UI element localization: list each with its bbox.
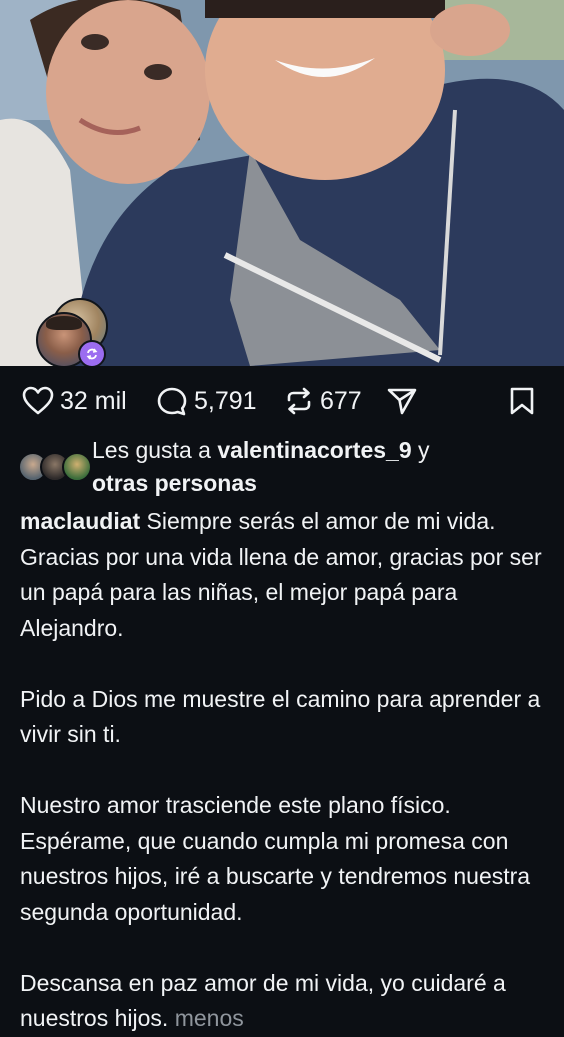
liked-by-connector: y xyxy=(411,437,430,463)
comment-button[interactable]: 5,791 xyxy=(156,386,257,416)
heart-icon xyxy=(22,386,54,415)
save-button[interactable] xyxy=(508,386,536,416)
liked-by-avatars xyxy=(18,452,92,482)
liker-avatar xyxy=(62,452,92,482)
caption-text-2: Pido a Dios me muestre el camino para ap… xyxy=(20,685,541,748)
caption-username[interactable]: maclaudiat xyxy=(20,508,140,534)
liked-by-text: Les gusta a valentinacortes_9 y otras pe… xyxy=(92,434,552,500)
liked-by-user[interactable]: valentinacortes_9 xyxy=(217,437,411,463)
caption-paragraph: Nuestro amor trasciende este plano físic… xyxy=(20,788,544,930)
share-button[interactable] xyxy=(386,386,418,416)
collab-avatars[interactable] xyxy=(36,298,108,366)
reposts-count: 677 xyxy=(320,386,362,415)
like-button[interactable]: 32 mil xyxy=(22,386,127,416)
post-photo[interactable] xyxy=(0,0,564,366)
caption-paragraph: Pido a Dios me muestre el camino para ap… xyxy=(20,682,544,753)
bookmark-icon xyxy=(510,387,534,415)
repost-button[interactable]: 677 xyxy=(284,386,362,416)
likes-count: 32 mil xyxy=(60,386,127,415)
caption-paragraph: Descansa en paz amor de mi vida, yo cuid… xyxy=(20,966,544,1037)
repost-icon xyxy=(287,387,311,415)
liked-by-others[interactable]: otras personas xyxy=(92,470,257,496)
paper-plane-icon xyxy=(387,388,417,415)
comments-count: 5,791 xyxy=(194,386,257,415)
caption-less-link[interactable]: menos xyxy=(168,1005,244,1031)
caption-paragraph: maclaudiat Siempre serás el amor de mi v… xyxy=(20,504,544,646)
repost-arrows-icon xyxy=(78,340,106,366)
comment-bubble-icon xyxy=(157,387,187,416)
post-actions-bar: 32 mil 5,791 677 xyxy=(0,372,564,430)
caption-text-4: Descansa en paz amor de mi vida, yo cuid… xyxy=(20,969,506,1032)
caption-text-3: Nuestro amor trasciende este plano físic… xyxy=(20,792,531,925)
post-caption: maclaudiat Siempre serás el amor de mi v… xyxy=(20,504,544,1037)
liked-by-prefix: Les gusta a xyxy=(92,437,218,463)
